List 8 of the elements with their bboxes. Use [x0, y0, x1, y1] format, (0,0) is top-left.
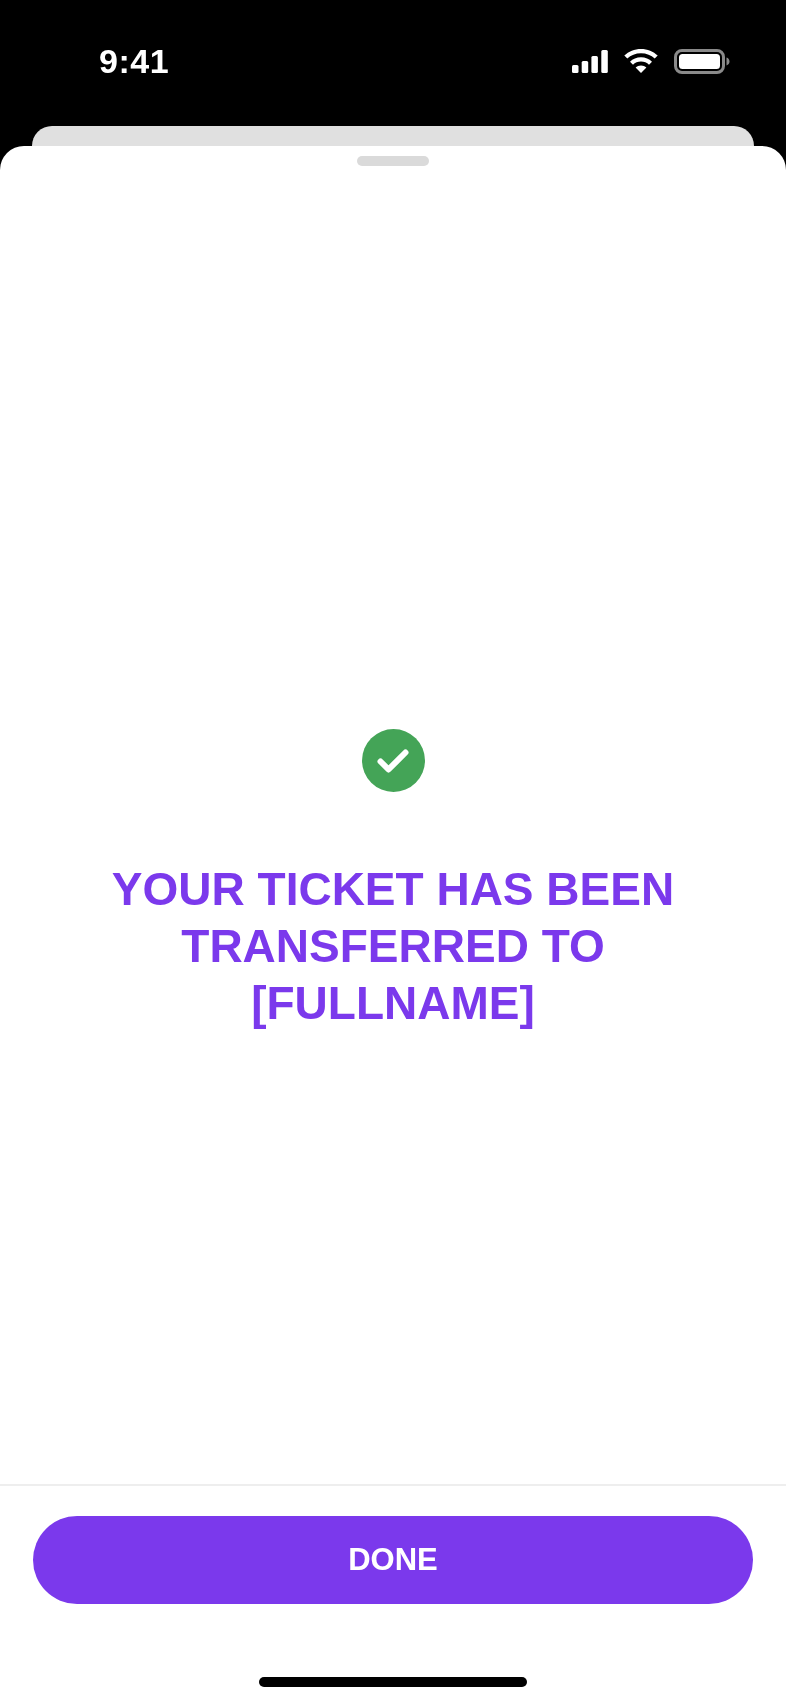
drag-handle[interactable] — [357, 156, 429, 166]
signal-icon — [572, 49, 608, 73]
success-check-icon — [361, 729, 425, 792]
transfer-success-message: YOUR TICKET HAS BEEN TRANSFERRED TO [FULLNAME] — [110, 862, 676, 1031]
status-time: 9:41 — [99, 44, 170, 78]
battery-icon — [674, 48, 730, 74]
done-button[interactable]: DONE — [33, 1516, 753, 1604]
wifi-icon — [624, 49, 658, 73]
